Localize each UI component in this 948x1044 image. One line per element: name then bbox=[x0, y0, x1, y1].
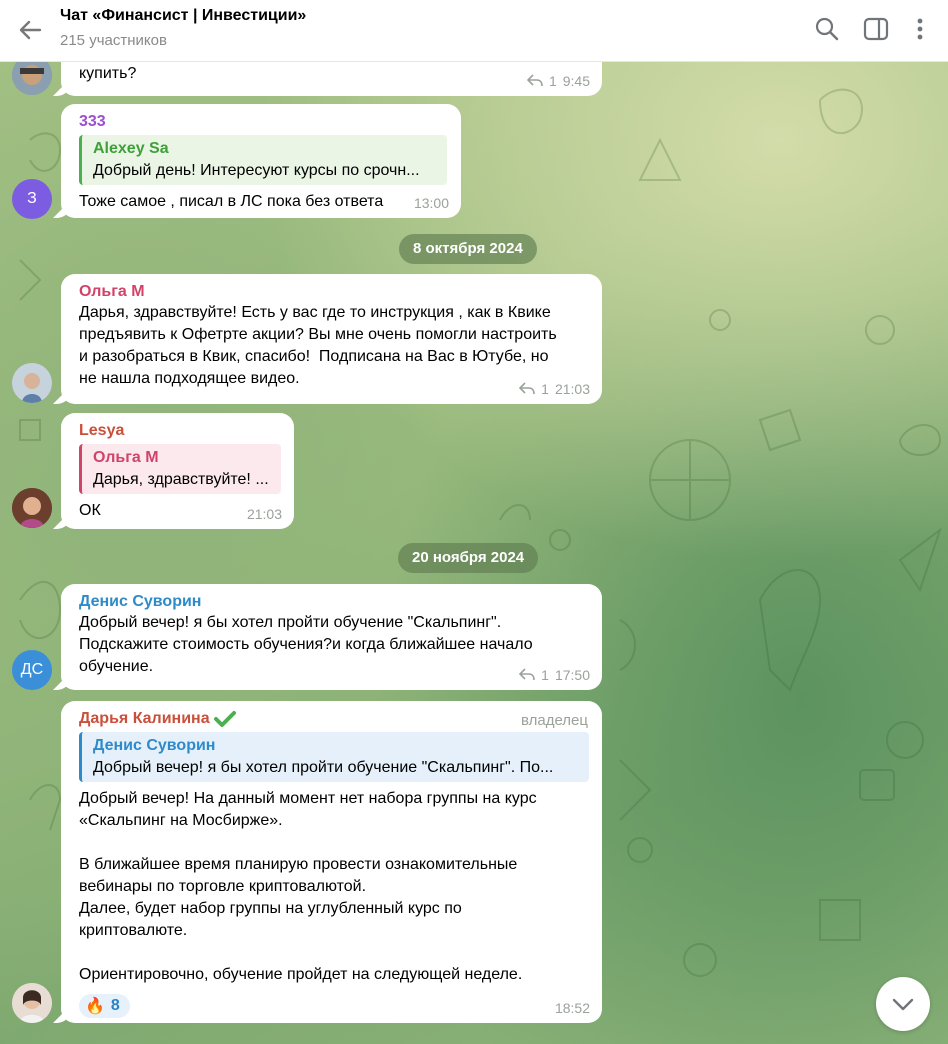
quote-text: Добрый вечер! я бы хотел пройти обучение… bbox=[93, 759, 554, 776]
message-time: 18:52 bbox=[554, 1000, 590, 1016]
chat-header: Чат «Финансист | Инвестиции» 215 участни… bbox=[0, 0, 948, 62]
user-photo-icon bbox=[12, 983, 52, 1023]
chat-title[interactable]: Чат «Финансист | Инвестиции» bbox=[60, 7, 306, 25]
reply-quote[interactable]: Ольга М Дарья, здравствуйте! ... bbox=[79, 444, 281, 494]
quote-text: Добрый день! Интересуют курсы по срочн..… bbox=[93, 162, 420, 179]
user-photo-icon bbox=[12, 363, 52, 403]
message-author[interactable]: Ольга М bbox=[79, 282, 590, 302]
message-meta: 1 9:45 bbox=[526, 73, 590, 89]
avatar[interactable] bbox=[12, 983, 52, 1023]
chevron-down-icon bbox=[892, 998, 914, 1011]
reply-icon[interactable] bbox=[519, 382, 535, 396]
avatar[interactable] bbox=[12, 363, 52, 403]
quote-author: Ольга М bbox=[93, 449, 159, 466]
message-text: Добрый вечер! На данный момент нет набор… bbox=[79, 790, 537, 983]
fire-emoji-icon: 🔥 bbox=[85, 998, 105, 1015]
quote-text: Дарья, здравствуйте! ... bbox=[93, 471, 269, 488]
reply-quote[interactable]: Денис Суворин Добрый вечер! я бы хотел п… bbox=[79, 732, 589, 782]
avatar-initials: ДС bbox=[20, 661, 44, 678]
quote-author: Alexey Sa bbox=[93, 140, 169, 157]
reaction-chip[interactable]: 🔥 8 bbox=[79, 994, 130, 1018]
search-icon[interactable] bbox=[812, 14, 842, 44]
message-meta: 1 21:03 bbox=[519, 381, 590, 397]
owner-label: владелец bbox=[520, 712, 588, 729]
scroll-to-bottom-button[interactable] bbox=[876, 977, 930, 1031]
avatar[interactable] bbox=[12, 488, 52, 528]
member-count: 215 участников bbox=[60, 32, 167, 49]
message-text: Дарья, здравствуйте! Есть у вас где то и… bbox=[79, 304, 557, 387]
message-time: 9:45 bbox=[562, 73, 590, 89]
message-time: 17:50 bbox=[554, 667, 590, 683]
date-separator: 20 ноября 2024 bbox=[398, 543, 539, 573]
message-meta: 21:03 bbox=[247, 506, 282, 522]
sidebar-toggle-icon[interactable] bbox=[861, 14, 891, 44]
user-photo-icon bbox=[12, 488, 52, 528]
message-meta: 1 17:50 bbox=[519, 667, 590, 683]
message-text: Тоже самое , писал в ЛС пока без ответа bbox=[79, 193, 384, 210]
message-bubble[interactable]: Дарья Калинина владелец Денис Суворин До… bbox=[61, 701, 602, 1023]
verified-check-icon bbox=[213, 711, 236, 727]
message-bubble[interactable]: Ольга М Дарья, здравствуйте! Есть у вас … bbox=[61, 274, 602, 404]
message-author-row: Дарья Калинина bbox=[79, 709, 590, 729]
message-author[interactable]: Дарья Калинина bbox=[79, 709, 210, 729]
back-arrow-icon[interactable] bbox=[14, 14, 46, 46]
reply-count[interactable]: 1 bbox=[541, 667, 549, 683]
message-meta: 18:52 bbox=[555, 1000, 590, 1016]
message-time: 13:00 bbox=[413, 195, 449, 211]
message-text: Добрый вечер! я бы хотел пройти обучение… bbox=[79, 614, 533, 675]
reply-quote[interactable]: Alexey Sa Добрый день! Интересуют курсы … bbox=[79, 135, 447, 185]
message-text: купить? bbox=[79, 65, 137, 82]
reply-count[interactable]: 1 bbox=[549, 73, 557, 89]
reply-count[interactable]: 1 bbox=[541, 381, 549, 397]
message-author[interactable]: Lesya bbox=[79, 421, 282, 441]
message-bubble[interactable]: Lesya Ольга М Дарья, здравствуйте! ... О… bbox=[61, 413, 294, 529]
avatar[interactable]: З bbox=[12, 179, 52, 219]
quote-author: Денис Суворин bbox=[93, 737, 216, 754]
reply-icon[interactable] bbox=[519, 668, 535, 682]
date-separator: 8 октября 2024 bbox=[399, 234, 537, 264]
message-author[interactable]: 333 bbox=[79, 112, 449, 132]
reply-icon[interactable] bbox=[526, 74, 543, 88]
avatar-initials: З bbox=[27, 190, 37, 207]
avatar[interactable]: ДС bbox=[12, 650, 52, 690]
message-meta: 13:00 bbox=[414, 195, 449, 211]
reaction-count: 8 bbox=[110, 997, 120, 1014]
more-options-icon[interactable] bbox=[905, 14, 935, 44]
message-time: 21:03 bbox=[246, 506, 282, 522]
message-bubble[interactable]: 333 Alexey Sa Добрый день! Интересуют ку… bbox=[61, 104, 461, 218]
message-time: 21:03 bbox=[554, 381, 590, 397]
message-bubble[interactable]: Денис Суворин Добрый вечер! я бы хотел п… bbox=[61, 584, 602, 690]
message-author[interactable]: Денис Суворин bbox=[79, 592, 590, 612]
